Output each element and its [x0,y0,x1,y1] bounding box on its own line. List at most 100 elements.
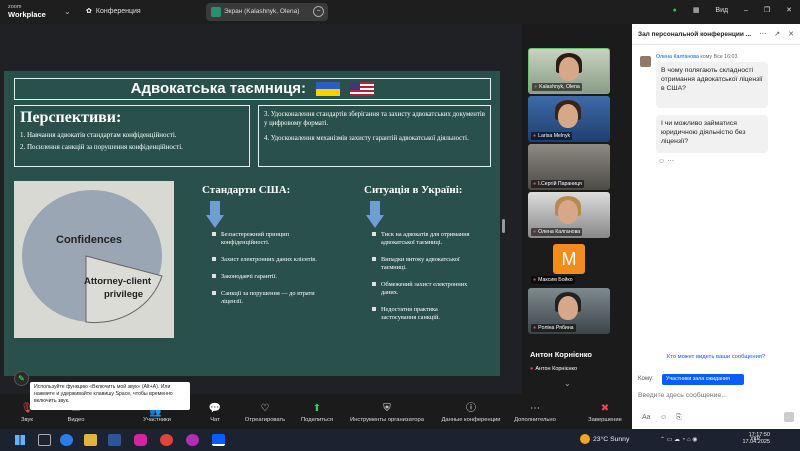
usa-item: Захист електронних даних клієнтів. [212,256,322,264]
end-button[interactable]: ✖ Завершение [575,403,635,423]
participant-tile[interactable]: M ● Максим Бойко [528,240,610,286]
active-speaker-label-text: Антон Корнієнко [535,366,578,372]
tool-label: Чат [210,417,220,423]
participant-name-text: Kalashnyk, Olena [539,84,580,90]
improvements-box: 3. Удосконалення стандартів зберігання т… [258,105,491,167]
screen-share-indicator[interactable]: Экран (Kalashnyk, Olena) − [206,3,328,21]
popout-icon[interactable]: ↗ [774,31,780,38]
participant-tile[interactable]: ● І.Сергій Параниця [528,144,610,190]
mic-muted-icon: ● [533,229,537,235]
chat-input[interactable] [638,390,794,400]
close-icon[interactable]: − [313,6,324,17]
chat-message[interactable]: І чи можливо займатися юридичною діяльні… [656,115,768,153]
avatar-face [558,104,578,128]
view-button[interactable]: Вид [715,7,728,14]
participant-name-text: Larisa Melnyk [538,133,571,139]
participant-name: ● Kalashnyk, Olena [532,83,582,91]
minimize-icon[interactable]: – [744,7,748,14]
word-icon[interactable] [108,434,121,446]
participant-tile[interactable]: ● Poліна Рябина [528,288,610,334]
avatar [640,56,651,67]
clock[interactable]: 17:17:50 17.04.2025 [742,432,770,446]
participant-tile[interactable]: ● Олена Калганова [528,192,610,238]
avatar-face [558,296,578,320]
weather-widget[interactable]: 23°C Sunny [580,434,629,444]
chevron-down-icon[interactable]: ⌄ [564,379,571,388]
usa-item: Законодавчі гарантії. [212,273,322,281]
message-recipient: кому Все [700,54,723,60]
mic-muted-icon: ● [534,84,538,90]
app-logo[interactable]: zoom Workplace [8,3,46,19]
windows-taskbar: 23°C Sunny ⌃ ▭ ☁ ◔ ⌂ ◉ УКР 17:17:50 17.0… [0,429,800,451]
host-tools-button[interactable]: ⛨ Инструменты организатора [343,403,431,423]
splitter-handle[interactable] [502,219,505,233]
sun-icon [580,434,590,444]
close-window-icon[interactable]: ✕ [786,7,792,14]
tool-label: Видео [67,417,85,423]
chat-message[interactable]: В чому полягають складності отримання ад… [656,62,768,108]
participant-tile[interactable]: ● Larisa Melnyk [528,96,610,142]
viber-icon[interactable] [186,434,199,446]
tool-label: Отреагировать [244,417,286,423]
meeting-menu[interactable]: ✿ Конференция [86,7,141,15]
mic-muted-icon: ● [530,366,534,372]
format-icon[interactable]: Aa [642,414,651,421]
recipient-select[interactable]: Участники зала ожидания [662,374,744,385]
ukraine-item: Випадки витоку адвокатської таємниці. [372,256,472,272]
emoji-icon[interactable]: ☺ [660,414,667,421]
weather-text: Sunny [610,435,630,443]
zoom-icon[interactable] [212,434,225,446]
active-speaker-label: ● Антон Корнієнко [530,366,577,372]
message-sender[interactable]: Олена Калганова [656,54,699,60]
mic-status-icon[interactable]: ✎ [14,371,29,386]
search-icon[interactable] [38,434,51,446]
more-icon: ⋯ [530,403,540,414]
send-icon[interactable] [784,412,794,422]
react-button[interactable]: ♡ Отреагировать [235,403,295,423]
mic-muted-icon: ● [533,181,537,187]
perspective-item: 2. Посилення санкцій за порушення конфід… [20,143,183,151]
who-can-see-link[interactable]: Кто может видеть ваши сообщения? [632,354,800,360]
participant-name-text: І.Сергій Параниця [538,181,582,187]
more-icon[interactable]: ⋯ [759,31,766,38]
close-icon[interactable]: ✕ [788,31,794,38]
perspective-item: 1. Навчання адвокатів стандартам конфіде… [20,131,177,139]
start-icon[interactable] [14,434,27,446]
usa-flag-icon [350,82,375,97]
meeting-label: Конференция [95,8,141,15]
meeting-info-button[interactable]: ⓘ Данные конференции [432,403,510,423]
grid-icon[interactable]: ▦ [693,7,700,14]
tool-label: Инструменты организатора [350,417,424,423]
chevron-down-icon[interactable]: ⌄ [64,7,71,16]
tool-label: Звук [21,417,33,423]
edge-icon[interactable] [60,434,73,446]
folder-icon[interactable] [84,434,97,446]
end-call-icon: ✖ [600,403,610,414]
title-bar: zoom Workplace ⌄ ✿ Конференция Экран (Kal… [0,0,800,24]
paw-icon: ✿ [86,8,92,15]
ukraine-list: Тиск на адвокатів для отримання адвокатс… [372,231,472,331]
attach-icon[interactable]: ⎘ [676,414,682,422]
unmute-tooltip: Используйте функцию «Включить мой звук» … [30,382,190,410]
presentation-slide: Адвокатська таємниця: Перспективи: 1. На… [4,71,500,376]
restore-icon[interactable]: ❐ [764,7,770,14]
share-button[interactable]: ⬆ Поделиться [287,403,347,423]
video-strip: ● Kalashnyk, Olena ● Larisa Melnyk ● І.Серг… [522,24,632,394]
participant-name: ● Poліна Рябина [531,324,576,332]
active-speaker-name: Антон Корнієнко [530,350,592,359]
instagram-icon[interactable] [134,434,147,446]
share-screen-icon: ⬆ [312,403,322,414]
usa-item: Санкції за порушення — до втрати ліцензі… [212,290,322,306]
participant-tile[interactable]: ● Kalashnyk, Olena [528,48,610,94]
usa-item: Беззастережний принцип конфіденційності. [212,231,322,247]
tool-label: Участники [143,417,171,423]
reaction-icons[interactable]: ☺ ⋯ [658,157,674,165]
shield-icon[interactable]: ● [673,7,677,14]
system-tray-icons[interactable]: ⌃ ▭ ☁ ◔ ⌂ ◉ [660,436,698,443]
slide-title: Адвокатська таємниця: [14,78,491,100]
chrome-icon[interactable] [160,434,173,446]
weather-temp: 23°C [593,435,609,443]
participant-name-text: Максим Бойко [538,277,573,283]
more-button[interactable]: ⋯ Дополнительно [500,403,570,423]
clock-date: 17.04.2025 [742,439,770,445]
